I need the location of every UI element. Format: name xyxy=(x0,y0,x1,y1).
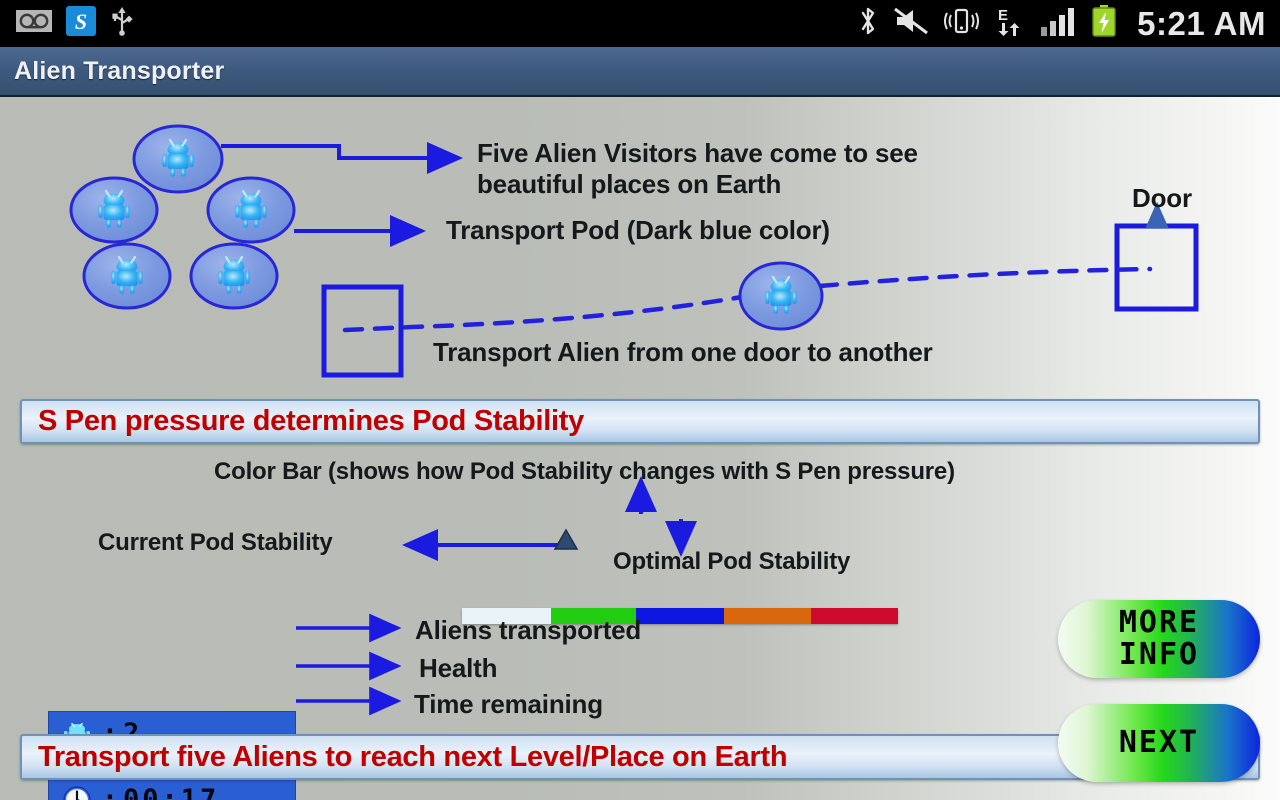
label-time-remaining: Time remaining xyxy=(414,689,603,719)
alien-pod-cluster xyxy=(69,124,296,310)
alien-pod xyxy=(82,242,172,310)
voicemail-icon xyxy=(16,8,52,39)
edge-data-icon: E xyxy=(993,5,1025,42)
svg-text:S: S xyxy=(75,9,87,34)
colorbar-segment-red xyxy=(810,608,898,624)
label-health: Health xyxy=(419,653,498,683)
app-title-bar: Alien Transporter xyxy=(0,47,1280,97)
label-transport-pod: Transport Pod (Dark blue color) xyxy=(446,215,830,245)
label-optimal-stability: Optimal Pod Stability xyxy=(613,548,851,575)
next-button[interactable]: NEXT xyxy=(1058,704,1260,782)
next-label: NEXT xyxy=(1118,725,1200,761)
diagram-vector-layer xyxy=(69,124,1199,716)
label-current-stability: Current Pod Stability xyxy=(98,529,333,556)
label-aliens-line2: beautiful places on Earth xyxy=(477,169,782,199)
signal-strength-icon xyxy=(1039,5,1077,42)
label-aliens-line1: Five Alien Visitors have come to see xyxy=(477,138,918,168)
banner-spen-pressure: S Pen pressure determines Pod Stability xyxy=(20,399,1260,444)
sound-muted-icon xyxy=(893,6,929,41)
more-info-label-line1: MORE xyxy=(1118,605,1200,641)
transport-path-right xyxy=(817,266,1153,289)
usb-icon xyxy=(110,6,134,41)
alien-pod xyxy=(69,176,159,244)
status-bar-system-icons: E 5:21 AM xyxy=(857,4,1280,43)
hud-separator-time: : xyxy=(102,784,118,800)
svg-text:E: E xyxy=(998,7,1008,24)
android-status-bar: S E 5:21 AM xyxy=(0,0,1280,47)
help-screen-canvas: Five Alien Visitors have come to see bea… xyxy=(0,97,1280,800)
status-bar-clock: 5:21 AM xyxy=(1137,4,1266,42)
hud-row-time: : 00:17 xyxy=(57,783,295,800)
label-door: Door xyxy=(1132,183,1192,213)
alien-pod xyxy=(132,124,224,194)
alien-pod-in-transit xyxy=(738,261,824,331)
banner-spen-text: S Pen pressure determines Pod Stability xyxy=(38,405,584,437)
colorbar-segment-blue xyxy=(636,608,724,624)
alien-pod xyxy=(206,176,296,244)
battery-charging-icon xyxy=(1091,4,1117,43)
status-bar-notification-icons: S xyxy=(0,6,134,41)
alien-pod xyxy=(189,242,279,310)
door-source xyxy=(321,284,404,378)
label-aliens-transported: Aliens transported xyxy=(415,615,642,645)
bluetooth-icon xyxy=(857,5,879,42)
skype-icon: S xyxy=(66,6,96,41)
callout-line-aliens xyxy=(221,142,463,174)
device-screen: S E 5:21 AM Alien Transporter Five Alien… xyxy=(0,0,1280,800)
vibrate-icon xyxy=(943,6,980,41)
label-colorbar-caption: Color Bar (shows how Pod Stability chang… xyxy=(214,458,955,485)
more-info-button[interactable]: MORE INFO xyxy=(1058,600,1260,678)
transport-path-left xyxy=(342,294,745,333)
app-title: Alien Transporter xyxy=(14,56,225,85)
colorbar-segment-orange xyxy=(723,608,811,624)
more-info-label-line2: INFO xyxy=(1118,637,1200,672)
banner-objective-text: Transport five Aliens to reach next Leve… xyxy=(38,740,788,773)
door-destination xyxy=(1114,223,1199,312)
current-stability-marker xyxy=(553,528,579,550)
clock-icon xyxy=(57,785,97,800)
label-transport-alien: Transport Alien from one door to another xyxy=(433,337,933,367)
hud-value-time: 00:17 xyxy=(123,784,220,800)
